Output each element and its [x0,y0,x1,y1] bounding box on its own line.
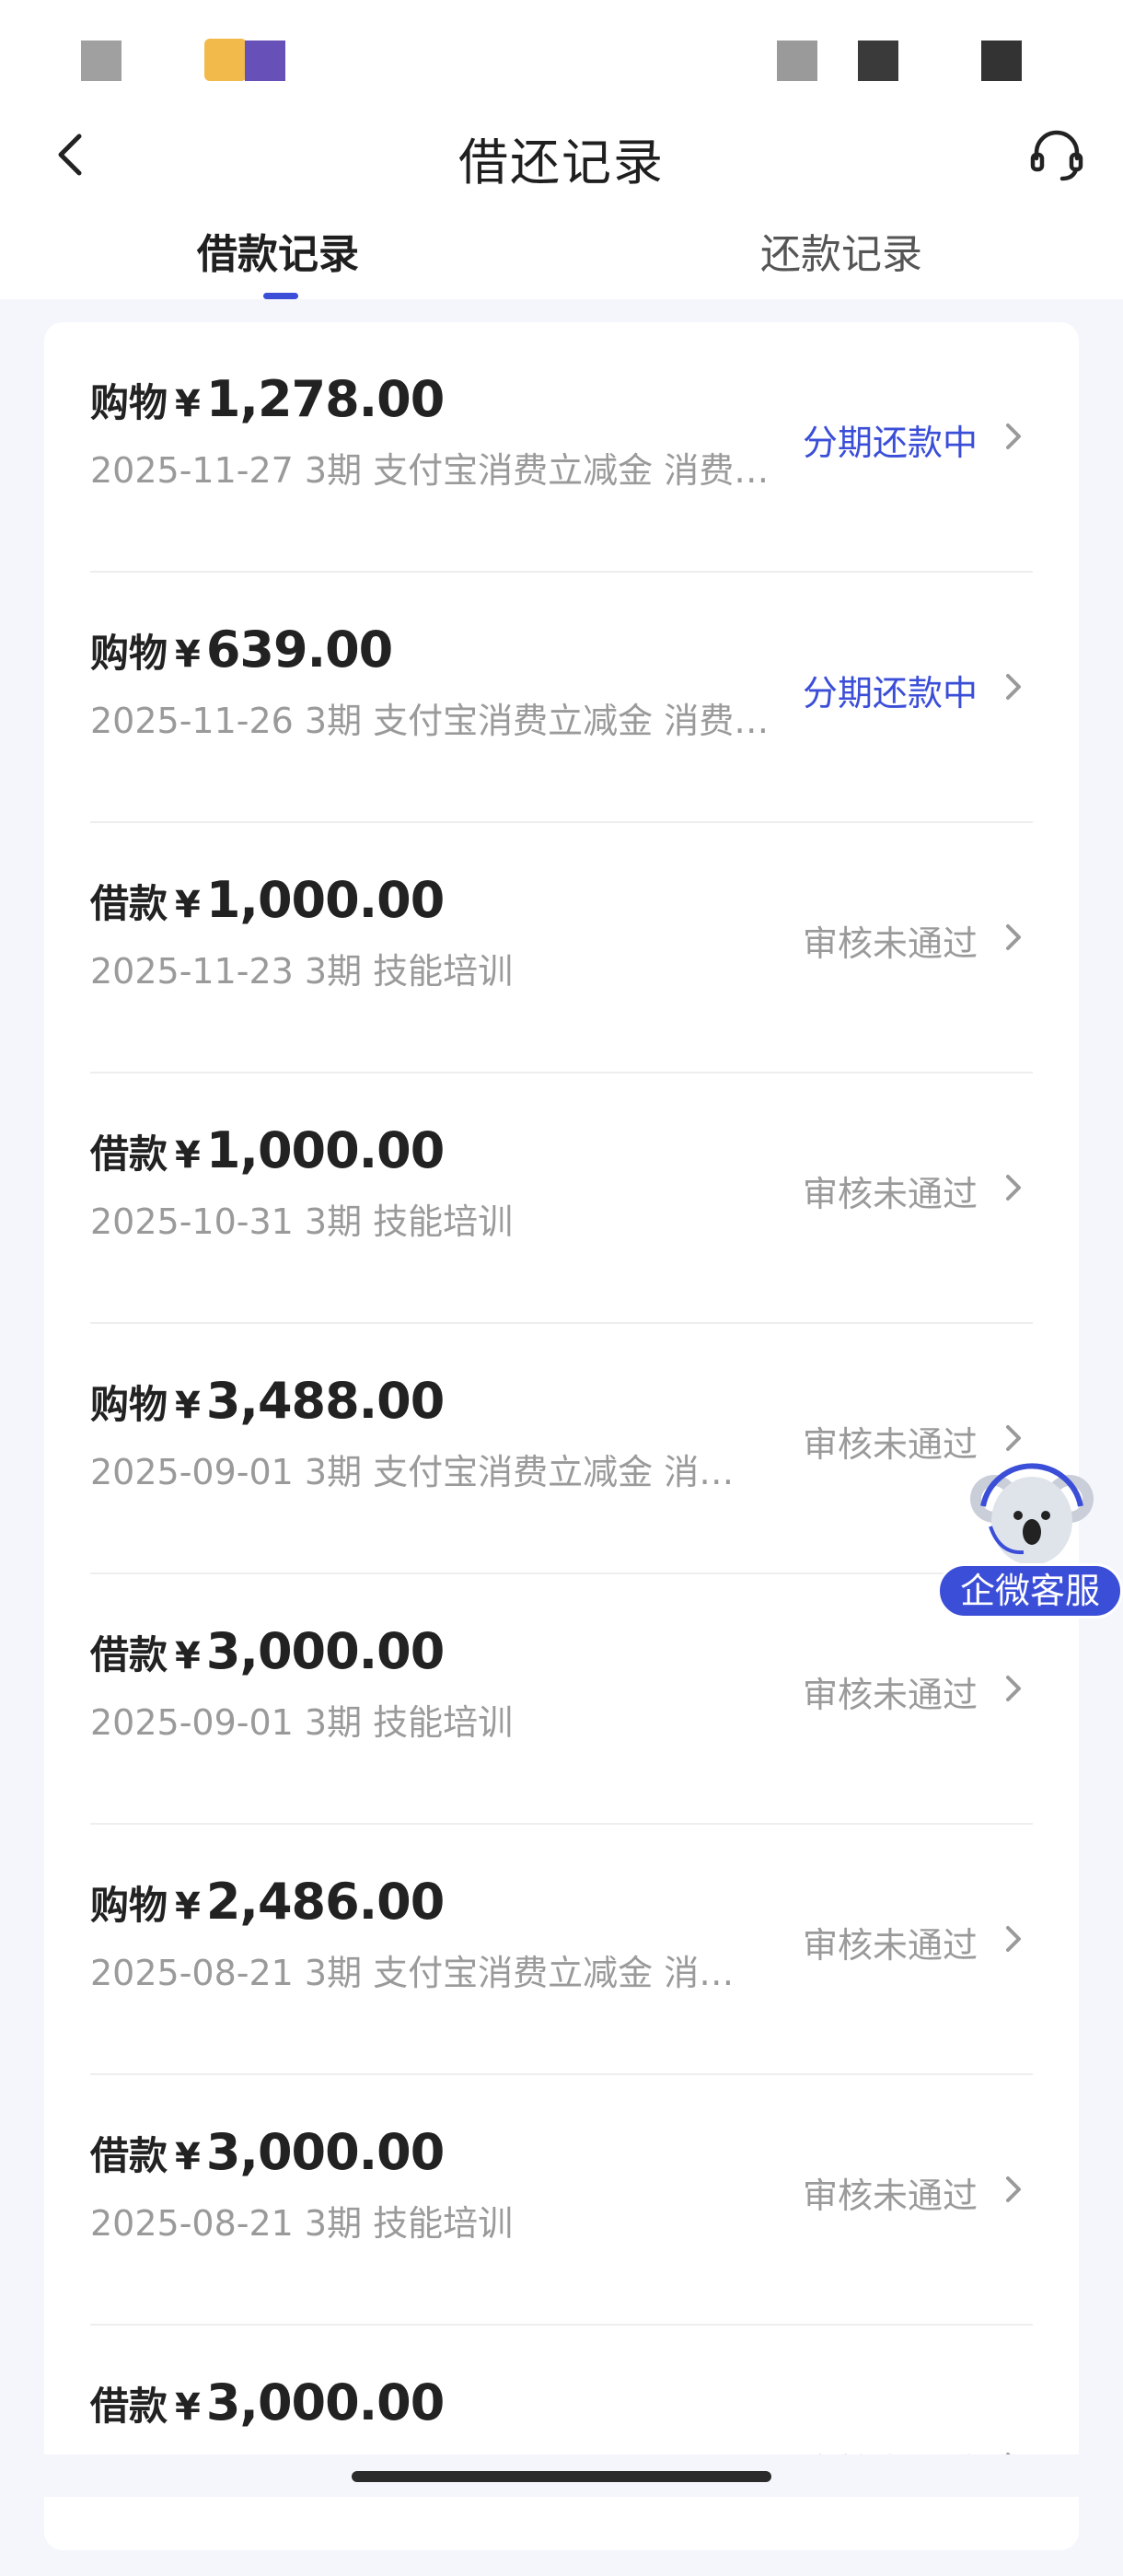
record-amount: 639.00 [205,621,393,679]
currency-symbol: ¥ [175,1134,201,1177]
record-status: 审核未通过 [802,1925,978,1966]
list-item[interactable]: 借款 ¥ 3,000.00 2025-09-01 3期 技能培训 审核未通过 [44,1574,1079,1825]
record-type: 借款 [90,1632,168,1677]
headset-icon [1030,130,1083,181]
list-item[interactable]: 购物 ¥ 639.00 2025-11-26 3期 支付宝消费立减金 消费立减金… [44,573,1079,823]
record-title: 购物 ¥ 3,488.00 [90,1372,445,1436]
record-title: 借款 ¥ 3,000.00 [90,2373,445,2438]
record-details: 2025-11-27 3期 支付宝消费立减金 消费立减金 [90,450,790,491]
signal-icon [777,41,817,81]
record-type: 购物 [90,1382,168,1427]
record-status: 审核未通过 [802,1675,978,1715]
currency-symbol: ¥ [175,633,201,676]
wifi-icon [858,41,898,81]
record-amount: 2,486.00 [205,1873,445,1931]
list-item[interactable]: 借款 ¥ 3,000.00 2025-08-21 3期 技能培训 审核未通过 [44,2075,1079,2326]
currency-symbol: ¥ [175,884,201,926]
page-title: 借还记录 [458,133,665,191]
record-title: 借款 ¥ 3,000.00 [90,1622,445,1687]
record-list: 购物 ¥ 1,278.00 2025-11-27 3期 支付宝消费立减金 消费立… [44,322,1079,2550]
record-status: 审核未通过 [802,2176,978,2216]
home-indicator[interactable] [352,2471,771,2482]
record-status: 审核未通过 [802,923,978,964]
record-status: 分期还款中 [802,673,978,714]
record-type: 购物 [90,380,168,425]
record-amount: 1,278.00 [205,370,445,428]
chevron-right-icon [1006,1175,1021,1201]
tab-repay-records[interactable]: 还款记录 [760,221,922,280]
record-type: 借款 [90,881,168,926]
status-bar [0,0,1123,101]
currency-symbol: ¥ [175,1385,201,1427]
record-details: 2025-08-21 3期 技能培训 [90,2203,514,2244]
record-title: 购物 ¥ 639.00 [90,621,393,685]
record-details: 2025-10-31 3期 技能培训 [90,1201,514,1242]
record-details: 2025-08-21 3期 支付宝消费立减金 消费立减金 [90,1953,762,1993]
record-type: 借款 [90,2384,168,2429]
record-amount: 1,000.00 [205,1121,445,1179]
status-app-icon [245,41,285,81]
currency-symbol: ¥ [175,1886,201,1928]
list-item[interactable]: 购物 ¥ 3,488.00 2025-09-01 3期 支付宝消费立减金 消费立… [44,1324,1079,1574]
list-item[interactable]: 借款 ¥ 1,000.00 2025-11-23 3期 技能培训 审核未通过 [44,823,1079,1073]
chevron-right-icon [1006,1676,1021,1701]
record-amount: 3,488.00 [205,1372,445,1430]
koala-mascot-icon [970,1463,1094,1565]
record-details: 2025-11-23 3期 技能培训 [90,951,514,992]
chevron-right-icon [1006,1425,1021,1451]
record-amount: 1,000.00 [205,871,445,929]
chevron-right-icon [1006,1926,1021,1952]
wechat-service-label: 企微客服 [937,1563,1123,1619]
record-type: 借款 [90,2133,168,2178]
record-amount: 3,000.00 [205,2373,445,2431]
currency-symbol: ¥ [175,1635,201,1677]
record-tabs: 借款记录 还款记录 [0,221,1123,299]
record-amount: 3,000.00 [205,2123,445,2181]
wechat-service-float-button[interactable]: 企微客服 [937,1462,1123,1620]
record-title: 借款 ¥ 1,000.00 [90,1121,445,1186]
battery-icon [981,41,1022,81]
customer-support-button[interactable] [1027,125,1086,184]
list-item[interactable]: 购物 ¥ 2,486.00 2025-08-21 3期 支付宝消费立减金 消费立… [44,1825,1079,2075]
status-app-icon [204,39,247,81]
record-details: 2025-09-01 3期 技能培训 [90,1702,514,1743]
navigation-bar: 借还记录 [0,101,1123,212]
active-tab-indicator [263,293,298,299]
record-type: 购物 [90,631,168,676]
record-type: 借款 [90,1131,168,1177]
record-type: 购物 [90,1883,168,1928]
currency-symbol: ¥ [175,383,201,425]
record-status: 审核未通过 [802,1174,978,1214]
list-item[interactable]: 购物 ¥ 1,278.00 2025-11-27 3期 支付宝消费立减金 消费立… [44,322,1079,573]
currency-symbol: ¥ [175,2136,201,2178]
record-title: 借款 ¥ 3,000.00 [90,2123,445,2187]
record-status: 审核未通过 [802,1424,978,1465]
record-details: 2025-11-26 3期 支付宝消费立减金 消费立减金 [90,701,790,741]
record-title: 购物 ¥ 1,278.00 [90,370,445,435]
record-status: 分期还款中 [802,423,978,463]
status-icon [81,41,122,81]
record-title: 借款 ¥ 1,000.00 [90,871,445,935]
tab-borrow-records[interactable]: 借款记录 [197,221,359,280]
chevron-right-icon [1006,2176,1021,2202]
record-details: 2025-09-01 3期 支付宝消费立减金 消费立减金 [90,1452,762,1492]
list-item[interactable]: 借款 ¥ 1,000.00 2025-10-31 3期 技能培训 审核未通过 [44,1073,1079,1324]
chevron-right-icon [1006,424,1021,449]
record-title: 购物 ¥ 2,486.00 [90,1873,445,1937]
currency-symbol: ¥ [175,2386,201,2429]
record-amount: 3,000.00 [205,1622,445,1680]
chevron-right-icon [1006,674,1021,700]
chevron-right-icon [1006,924,1021,950]
list-item[interactable]: 借款 ¥ 3,000.00 审核未通过 [44,2326,1079,2576]
